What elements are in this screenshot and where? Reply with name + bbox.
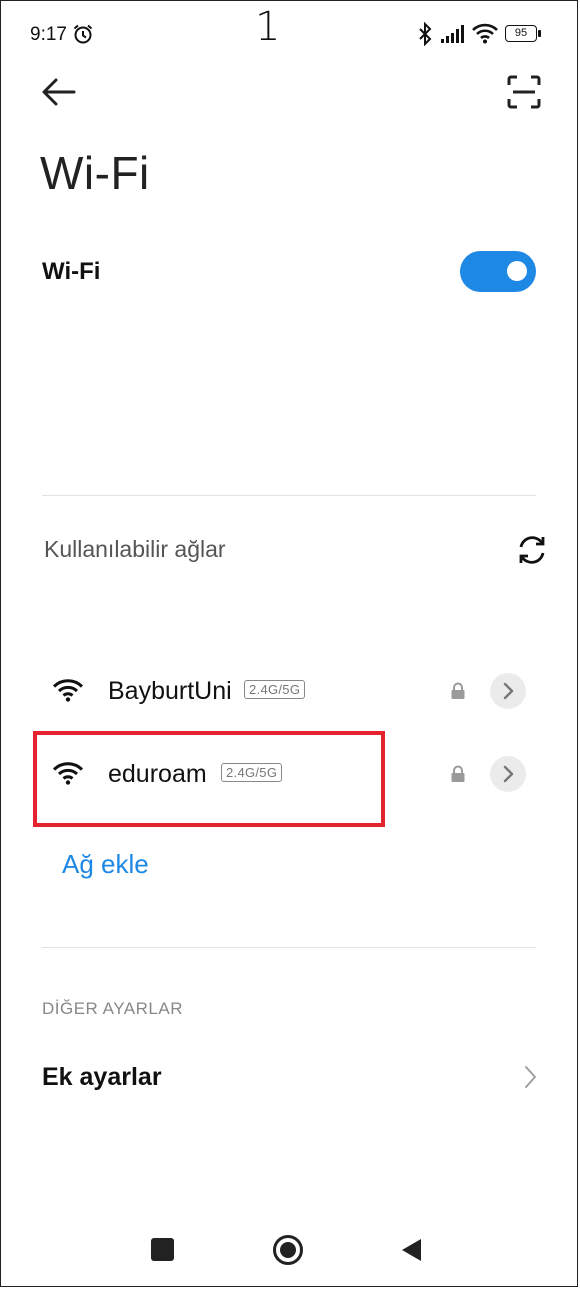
lock-icon	[450, 765, 466, 788]
bluetooth-icon	[417, 21, 433, 51]
battery-tip	[538, 30, 541, 37]
step-annotation: 1	[255, 4, 281, 50]
home-button[interactable]	[272, 1234, 304, 1271]
wifi-signal-icon	[52, 678, 84, 707]
add-network-link[interactable]: Ağ ekle	[62, 849, 149, 880]
back-arrow-icon[interactable]	[40, 76, 76, 113]
wifi-toggle-label: Wi-Fi	[42, 258, 101, 285]
divider	[42, 495, 536, 496]
back-button[interactable]	[399, 1237, 425, 1268]
extra-settings-label: Ek ayarlar	[42, 1063, 162, 1091]
divider	[42, 947, 536, 948]
alarm-icon	[72, 23, 94, 50]
wifi-icon	[471, 22, 499, 49]
back-triangle-icon	[402, 1239, 421, 1261]
network-name: BayburtUni	[108, 677, 232, 705]
wifi-toggle-switch[interactable]	[460, 251, 536, 292]
chevron-right-icon	[503, 682, 514, 700]
highlight-box	[33, 731, 385, 827]
page-title: Wi-Fi	[40, 147, 150, 199]
network-details-button[interactable]	[490, 756, 526, 792]
network-details-button[interactable]	[490, 673, 526, 709]
lock-icon	[450, 682, 466, 705]
home-circle-icon	[273, 1235, 303, 1265]
recent-apps-button[interactable]	[151, 1238, 174, 1261]
band-badge: 2.4G/5G	[244, 680, 306, 699]
chevron-right-icon	[520, 1064, 540, 1095]
battery-level: 95	[514, 27, 528, 39]
other-settings-title: DİĞER AYARLAR	[42, 999, 183, 1018]
battery-icon: 95	[505, 25, 537, 42]
scan-qr-icon[interactable]	[506, 74, 542, 115]
status-time: 9:17	[30, 24, 67, 45]
chevron-right-icon	[503, 765, 514, 783]
available-networks-title: Kullanılabilir ağlar	[44, 536, 226, 562]
signal-icon	[440, 24, 468, 49]
toggle-knob	[507, 261, 527, 281]
refresh-icon[interactable]	[516, 534, 548, 571]
